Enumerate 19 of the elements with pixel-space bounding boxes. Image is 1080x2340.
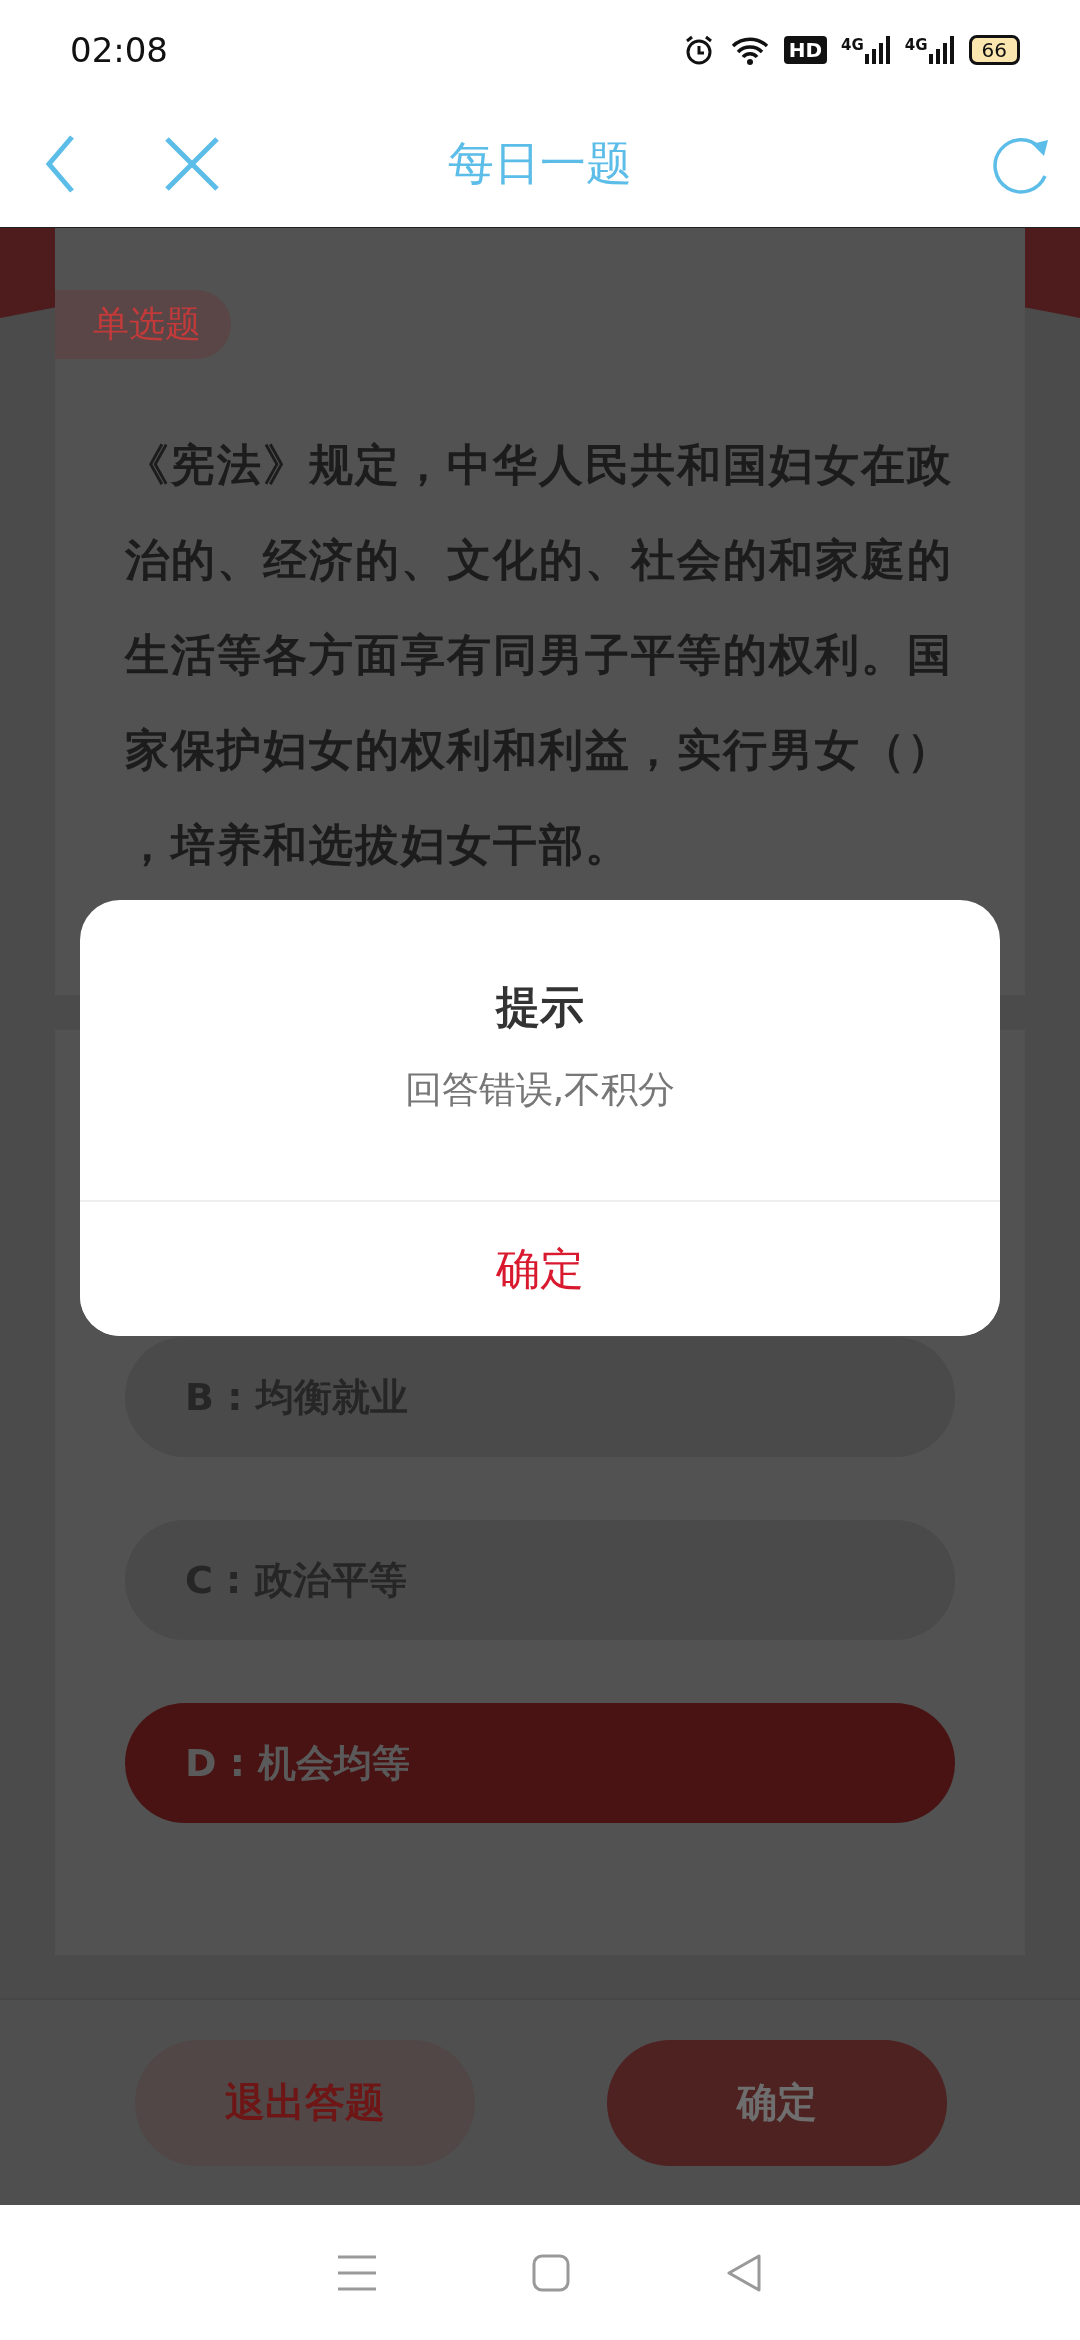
network-label: 4G bbox=[904, 36, 928, 54]
dialog-message: 回答错误,不积分 bbox=[404, 1067, 676, 1113]
confirm-button[interactable]: 确定 bbox=[607, 2039, 947, 2166]
hd-badge: HD bbox=[783, 36, 828, 64]
close-icon[interactable] bbox=[165, 136, 219, 191]
back-icon[interactable] bbox=[45, 133, 75, 194]
status-time: 02:08 bbox=[70, 30, 168, 70]
back-nav-icon[interactable] bbox=[726, 2252, 762, 2293]
home-icon[interactable] bbox=[532, 2253, 570, 2292]
dialog-confirm-button[interactable]: 确定 bbox=[80, 1200, 1000, 1336]
page-title: 每日一题 bbox=[447, 134, 633, 192]
answer-option[interactable]: D : 机会均等 bbox=[125, 1703, 955, 1823]
question-type-tag: 单选题 bbox=[55, 290, 231, 359]
dialog-title: 提示 bbox=[496, 980, 584, 1034]
network-label: 4G bbox=[841, 36, 864, 54]
battery-indicator: 66 bbox=[968, 35, 1020, 65]
signal-icon bbox=[928, 36, 955, 64]
menu-icon[interactable] bbox=[338, 2253, 376, 2292]
signal-icon bbox=[864, 36, 891, 64]
